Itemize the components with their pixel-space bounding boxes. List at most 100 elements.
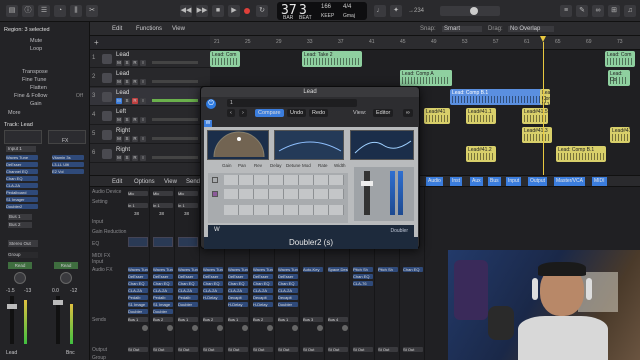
voice2-params[interactable] <box>224 189 344 199</box>
audio-fx-slot[interactable]: Doubler <box>128 309 148 314</box>
audio-fx-slot[interactable]: CLA-2A <box>128 288 148 293</box>
audio-fx-slot[interactable]: Chan EQ <box>128 281 148 286</box>
menu-edit[interactable]: Edit <box>112 26 122 32</box>
audio-region[interactable]: Lead#41.4 <box>610 127 630 143</box>
track-row[interactable]: 2 Lead M S R I <box>90 69 210 87</box>
input-monitor-button[interactable]: I <box>140 136 146 142</box>
track-row[interactable]: 5 Right M S R I <box>90 126 210 144</box>
group-slot[interactable]: Group <box>8 252 38 258</box>
list-editors-icon[interactable]: ≡ <box>560 5 572 17</box>
send-level-knob[interactable] <box>167 325 173 331</box>
audio-fx-slot[interactable]: Chan EQ <box>353 274 373 279</box>
doubler-controls[interactable] <box>208 173 348 223</box>
stop-icon[interactable]: ■ <box>212 5 224 17</box>
send-slot[interactable]: Bus 3 <box>303 317 323 322</box>
fader-b[interactable] <box>53 300 63 305</box>
audio-fx-slot[interactable]: Pedalb <box>153 295 173 300</box>
audio-fx-slot[interactable]: CLA-2A <box>178 288 198 293</box>
audio-fx-slot[interactable]: Doubler <box>178 302 198 307</box>
audio-fx-slot[interactable]: CLA-2A <box>278 288 298 293</box>
audio-fx-slot[interactable]: DeEsser <box>203 274 223 279</box>
audio-region[interactable]: Lead: Co <box>608 70 630 86</box>
audio-fx-slot[interactable]: DeEsser <box>153 274 173 279</box>
mixer-filter-mastervca[interactable]: Master/VCA <box>554 177 585 186</box>
track-name[interactable]: Right <box>116 128 130 134</box>
solo-button[interactable]: S <box>124 60 130 66</box>
audio-fx-slot[interactable]: Auto-Key <box>303 267 323 272</box>
audio-region[interactable]: Lead: Com <box>605 51 635 67</box>
audio-fx-slot[interactable]: Pedalb <box>178 295 198 300</box>
inspector-plugin-slot[interactable]: S1 Imager <box>6 197 38 202</box>
lcd-display[interactable]: 37 3 BAR BEAT 166 KEEP 4/4 Gmaj <box>277 2 367 21</box>
input-slot[interactable]: In 1 <box>178 203 198 208</box>
inspector-plugin-slot[interactable]: CLA-2A <box>6 183 38 188</box>
link-icon[interactable]: ∞ <box>403 109 413 117</box>
mute-button[interactable]: M <box>116 79 122 85</box>
fader-a[interactable] <box>7 304 17 309</box>
output-slot[interactable]: St Out <box>328 347 348 352</box>
output-slot[interactable]: St Out <box>278 347 298 352</box>
mixer-filter-bus[interactable]: Bus <box>488 177 501 186</box>
audio-device-slot[interactable]: Mic <box>128 191 148 196</box>
track-name[interactable]: Lead <box>116 71 129 77</box>
record-enable-button[interactable]: R <box>132 136 138 142</box>
mute-button[interactable]: M <box>116 117 122 123</box>
output-slot[interactable]: St Out <box>378 347 398 352</box>
mixer-filter-audio[interactable]: Audio <box>426 177 443 186</box>
mute-button[interactable]: M <box>116 155 122 161</box>
plugin-title[interactable]: Lead <box>201 87 419 97</box>
track-volume-slider[interactable] <box>152 118 198 121</box>
audio-fx-slot[interactable]: Waves Tune <box>203 267 223 272</box>
send-level-knob[interactable] <box>342 325 348 331</box>
forward-icon[interactable]: ▶▶ <box>196 5 208 17</box>
solo-button[interactable]: S <box>124 117 130 123</box>
eq-thumbnail[interactable] <box>153 237 173 247</box>
automation-read-b[interactable]: Read <box>54 262 78 269</box>
mute-button[interactable]: M <box>116 98 122 104</box>
mixer-filter-midi[interactable]: MIDI <box>592 177 607 186</box>
audio-fx-slot[interactable]: Waves Tune <box>178 267 198 272</box>
master-volume-slider[interactable] <box>440 6 500 16</box>
bar-ruler[interactable]: 21 25 29 33 37 41 45 49 53 57 61 65 69 73 <box>210 36 640 50</box>
eq-thumbnail-a[interactable] <box>4 130 42 144</box>
track-volume-slider[interactable] <box>152 156 198 159</box>
mixer-menu-view[interactable]: View <box>164 179 177 185</box>
inspector-plugin-slot[interactable]: E2 Vol <box>52 169 84 174</box>
send-slot[interactable]: Bus 4 <box>328 317 348 322</box>
automation-read-a[interactable]: Read <box>8 262 32 269</box>
rewind-icon[interactable]: ◀◀ <box>180 5 192 17</box>
audio-fx-slot[interactable]: CLA-76 <box>353 281 373 286</box>
record-icon[interactable] <box>244 8 250 14</box>
audio-fx-slot[interactable]: Chan EQ <box>203 281 223 286</box>
mixer-menu-edit[interactable]: Edit <box>112 179 122 185</box>
audio-fx-slot[interactable]: Waves Tune <box>253 267 273 272</box>
menu-functions[interactable]: Functions <box>136 26 162 32</box>
output-slot[interactable]: Stereo Out <box>8 240 38 247</box>
track-name[interactable]: Right <box>116 147 130 153</box>
record-enable-button[interactable]: R <box>132 79 138 85</box>
audio-region[interactable]: Lead: Comp A <box>400 70 452 86</box>
compare-button[interactable]: Compare <box>255 109 284 117</box>
audio-fx-slot[interactable]: Chan EQ <box>178 281 198 286</box>
output-slot[interactable]: St Out <box>403 347 423 352</box>
mixer-icon[interactable]: ⫼ <box>70 5 82 17</box>
audio-fx-slot[interactable]: CLA-2A <box>203 288 223 293</box>
pan-knob-a[interactable] <box>14 272 26 284</box>
solo-button[interactable]: S <box>124 98 130 104</box>
audio-fx-slot[interactable]: CLA-2A <box>228 288 248 293</box>
record-enable-button[interactable]: R <box>132 155 138 161</box>
audio-fx-slot[interactable]: Space Desig <box>328 267 348 272</box>
track-row[interactable]: 3 Lead M S R I <box>90 88 210 106</box>
input-monitor-button[interactable]: I <box>140 155 146 161</box>
output-slot[interactable]: St Out <box>228 347 248 352</box>
send-level-knob[interactable] <box>192 325 198 331</box>
audio-fx-slot[interactable]: Chan EQ <box>403 267 423 272</box>
input-slot[interactable]: In 1 <box>153 203 173 208</box>
inspector-plugin-slot[interactable]: Vitamin 3s <box>52 155 84 160</box>
smart-controls-icon[interactable]: ◔ <box>54 5 66 17</box>
master-volume-knob[interactable] <box>470 7 478 15</box>
inspector-plugin-slot[interactable]: Waves Tune <box>6 155 38 160</box>
audio-fx-slot[interactable]: H-Delay <box>203 295 223 300</box>
send-level-knob[interactable] <box>142 325 148 331</box>
count-in-icon[interactable]: ✦ <box>390 5 402 17</box>
